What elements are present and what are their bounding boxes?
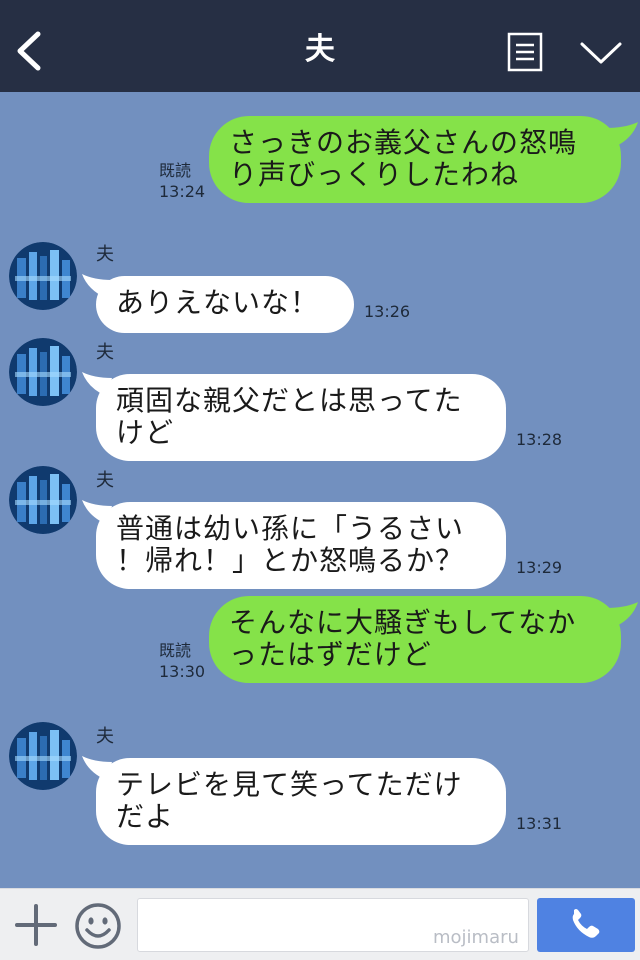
message-text-line: そんなに大騒ぎもしてなか [229,606,577,639]
read-label: 既読 [159,641,192,660]
message-text-line: テレビを見て笑ってただけ [116,768,463,801]
avatar[interactable] [9,242,77,310]
input-bar: mojimaru [0,888,640,960]
incoming-message-bubble[interactable]: 頑固な親父だとは思ってた けど [96,374,506,461]
smiley-icon [75,903,121,949]
read-label: 既読 [159,161,192,180]
message-text-line: 頑固な親父だとは思ってた [116,384,463,417]
read-receipt: 既読 13:24 [159,160,205,202]
incoming-message-bubble[interactable]: テレビを見て笑ってただけ だよ [96,758,506,845]
phone-icon [572,909,600,938]
message-text-line: ったはずだけど [229,638,432,671]
message-time: 13:26 [364,302,411,321]
menu-button[interactable] [507,32,543,72]
plus-icon [15,904,57,946]
chevron-down-icon [580,42,622,64]
emoji-button[interactable] [74,902,122,950]
message-time: 13:31 [516,814,563,833]
add-attachment-button[interactable] [14,903,58,947]
chat-title: 夫 [305,32,335,67]
message-time: 13:30 [159,662,206,681]
incoming-message-bubble[interactable]: 普通は幼い孫に「うるさい ！帰れ！」とか怒鳴るか？ [96,502,506,589]
incoming-message-bubble[interactable]: ありえないな！ [96,276,354,333]
message-text-line: り声びっくりしたわね [229,158,520,191]
chat-header: 夫 [0,0,640,92]
message-time: 13:24 [159,182,206,201]
watermark: mojimaru [433,927,519,948]
bubble-tail [606,602,638,628]
message-time: 13:28 [516,430,563,449]
message-text-line: けど [116,416,175,449]
menu-list-icon [507,32,543,72]
avatar-image [9,722,77,790]
message-time: 13:29 [516,558,563,577]
sender-name: 夫 [96,244,114,265]
avatar[interactable] [9,338,77,406]
outgoing-message-bubble[interactable]: さっきのお義父さんの怒鳴 り声びっくりしたわね [209,116,621,203]
message-text-line: だよ [116,800,175,833]
chat-area[interactable]: 既読 13:24 さっきのお義父さんの怒鳴 り声びっくりしたわね 夫 ありえない… [0,92,640,888]
message-text-line: 普通は幼い孫に「うるさい [116,512,465,545]
sender-name: 夫 [96,342,114,363]
message-text-line: さっきのお義父さんの怒鳴 [229,126,578,159]
avatar-image [9,242,77,310]
message-text-line: ありえないな！ [116,286,320,319]
avatar-image [9,338,77,406]
outgoing-message-bubble[interactable]: そんなに大騒ぎもしてなか ったはずだけど [209,596,621,683]
sender-name: 夫 [96,726,114,747]
sender-name: 夫 [96,470,114,491]
avatar[interactable] [9,722,77,790]
message-text-line: ！帰れ！」とか怒鳴るか？ [116,544,465,577]
avatar[interactable] [9,466,77,534]
avatar-image [9,466,77,534]
collapse-button[interactable] [578,34,624,70]
bubble-tail [606,122,638,148]
call-button[interactable] [537,898,635,952]
read-receipt: 既読 13:30 [159,640,205,682]
